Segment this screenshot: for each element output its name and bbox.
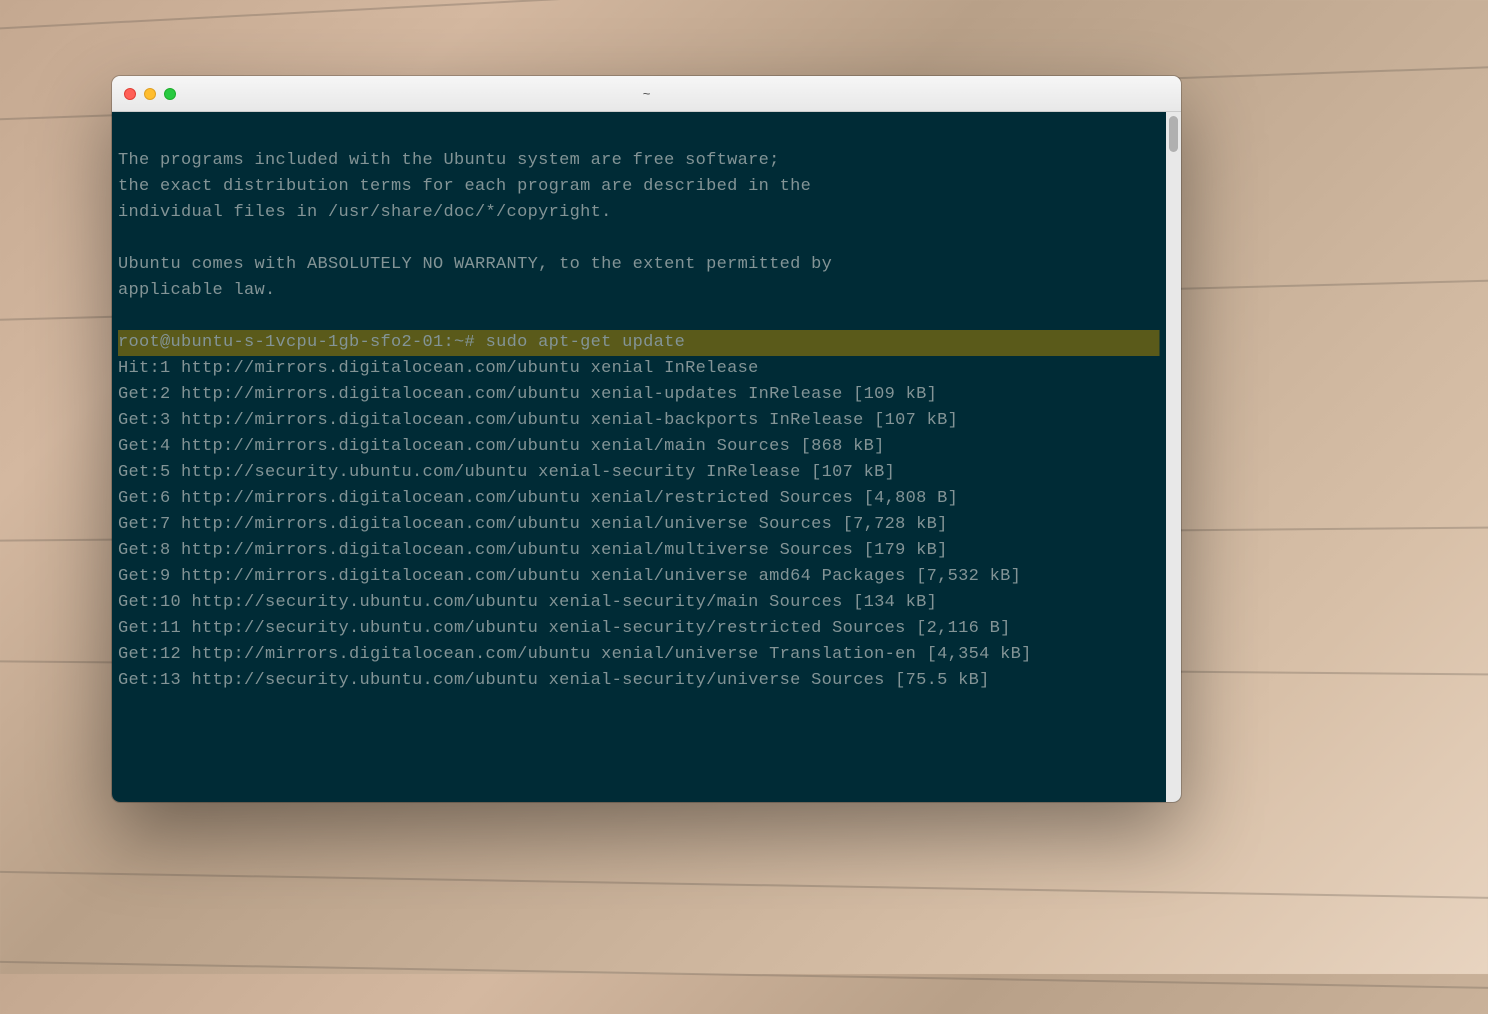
terminal-output-line: Hit:1 http://mirrors.digitalocean.com/ub…: [118, 356, 1181, 382]
terminal-output-line: Get:11 http://security.ubuntu.com/ubuntu…: [118, 616, 1181, 642]
maximize-button[interactable]: [164, 88, 176, 100]
terminal-output-line: Get:12 http://mirrors.digitalocean.com/u…: [118, 642, 1181, 668]
terminal-intro-line: the exact distribution terms for each pr…: [118, 174, 1181, 200]
terminal-intro-line: [118, 122, 1181, 148]
terminal-output-line: Get:4 http://mirrors.digitalocean.com/ub…: [118, 434, 1181, 460]
prompt: root@ubuntu-s-1vcpu-1gb-sfo2-01:~#: [118, 333, 486, 352]
scrollbar-track[interactable]: [1166, 112, 1181, 802]
scrollbar-thumb[interactable]: [1169, 116, 1178, 152]
terminal-intro-line: [118, 304, 1181, 330]
terminal-prompt-line[interactable]: root@ubuntu-s-1vcpu-1gb-sfo2-01:~# sudo …: [118, 330, 1181, 356]
terminal-window: ~ The programs included with the Ubuntu …: [112, 76, 1181, 802]
terminal-output-line: Get:13 http://security.ubuntu.com/ubuntu…: [118, 668, 1181, 694]
terminal-body[interactable]: The programs included with the Ubuntu sy…: [112, 112, 1181, 802]
close-button[interactable]: [124, 88, 136, 100]
terminal-output-line: Get:7 http://mirrors.digitalocean.com/ub…: [118, 512, 1181, 538]
bg-decor-line: [0, 870, 1488, 924]
window-title: ~: [112, 86, 1181, 101]
terminal-output-line: Get:9 http://mirrors.digitalocean.com/ub…: [118, 564, 1181, 590]
terminal-content[interactable]: The programs included with the Ubuntu sy…: [118, 122, 1181, 694]
bg-decor-line: [0, 0, 1488, 32]
terminal-output-line: Get:10 http://security.ubuntu.com/ubuntu…: [118, 590, 1181, 616]
terminal-output-line: Get:8 http://mirrors.digitalocean.com/ub…: [118, 538, 1181, 564]
titlebar[interactable]: ~: [112, 76, 1181, 112]
bg-decor-line: [0, 960, 1488, 1014]
terminal-intro-line: applicable law.: [118, 278, 1181, 304]
terminal-output-line: Get:2 http://mirrors.digitalocean.com/ub…: [118, 382, 1181, 408]
command: sudo apt-get update: [486, 333, 686, 352]
terminal-output-line: Get:6 http://mirrors.digitalocean.com/ub…: [118, 486, 1181, 512]
minimize-button[interactable]: [144, 88, 156, 100]
terminal-intro-line: individual files in /usr/share/doc/*/cop…: [118, 200, 1181, 226]
terminal-intro-line: The programs included with the Ubuntu sy…: [118, 148, 1181, 174]
terminal-intro-line: Ubuntu comes with ABSOLUTELY NO WARRANTY…: [118, 252, 1181, 278]
traffic-lights: [124, 88, 176, 100]
terminal-intro-line: [118, 226, 1181, 252]
terminal-output-line: Get:3 http://mirrors.digitalocean.com/ub…: [118, 408, 1181, 434]
terminal-output-line: Get:5 http://security.ubuntu.com/ubuntu …: [118, 460, 1181, 486]
